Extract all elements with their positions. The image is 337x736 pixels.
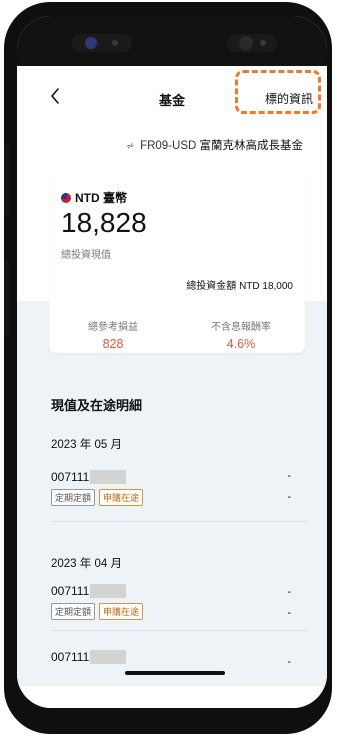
transaction-value: - — [287, 470, 291, 482]
tag-regular: 定期定額 — [51, 489, 96, 506]
transaction-value: - — [287, 491, 291, 503]
volume-button — [4, 260, 10, 336]
return-label: 不含息報酬率 — [211, 322, 271, 333]
month-header: 2023 年 04 月 — [51, 558, 122, 570]
divider — [51, 630, 307, 631]
current-value: 18,828 — [61, 207, 147, 238]
total-invested-value: NTD 18,000 — [239, 281, 293, 292]
highlight-box — [235, 70, 321, 114]
currency-label: NTD 臺幣 — [75, 191, 127, 205]
fund-icon: ⩫ — [126, 141, 135, 152]
current-value-label: 總投資現值 — [61, 250, 111, 261]
taiwan-flag-icon — [61, 192, 71, 203]
tag-pending: 申購在途 — [99, 603, 144, 620]
total-invested-label: 總投資金額 — [186, 281, 237, 292]
details-section-title: 現值及在途明細 — [51, 398, 143, 413]
transaction-tags: 定期定額 申購在途 — [51, 489, 144, 506]
masked-digits — [90, 650, 127, 664]
phone-frame: 基金 標的資訊 ⩫ FR09-USD 富蘭克林高成長基金 NTD 臺幣 18,82… — [4, 2, 332, 734]
camera-lens-icon — [239, 36, 253, 50]
sensor-icon — [260, 40, 266, 46]
transaction-id[interactable]: 007111 — [51, 470, 127, 484]
return-kpi: 不含息報酬率 4.6% — [177, 318, 305, 351]
transaction-id-text: 007111 — [51, 584, 90, 598]
transaction-id[interactable]: 007111 — [51, 650, 127, 664]
page-content: 基金 標的資訊 ⩫ FR09-USD 富蘭克林高成長基金 NTD 臺幣 18,82… — [17, 66, 327, 686]
profit-kpi: 總參考損益 828 — [49, 318, 177, 351]
camera-icon — [85, 37, 97, 49]
transaction-id-text: 007111 — [51, 650, 90, 664]
fund-code: FR09-USD — [140, 140, 197, 152]
fund-name: 富蘭克林高成長基金 — [199, 140, 304, 152]
bottom-bar — [17, 686, 327, 708]
transaction-value: - — [287, 607, 291, 619]
home-indicator[interactable] — [125, 671, 225, 675]
screen: 基金 標的資訊 ⩫ FR09-USD 富蘭克林高成長基金 NTD 臺幣 18,82… — [17, 16, 327, 708]
profit-label: 總參考損益 — [88, 322, 138, 333]
transaction-id-text: 007111 — [51, 470, 90, 484]
tag-regular: 定期定額 — [51, 603, 96, 620]
transaction-value: - — [287, 586, 291, 598]
navigation-bar: 基金 標的資訊 — [17, 66, 327, 122]
month-header: 2023 年 05 月 — [51, 439, 122, 451]
tag-pending: 申購在途 — [99, 489, 144, 506]
masked-digits — [90, 584, 127, 598]
fund-header: ⩫ FR09-USD 富蘭克林高成長基金 — [126, 137, 303, 153]
status-bar — [17, 16, 327, 66]
profit-value: 828 — [102, 337, 124, 351]
dynamic-island-left — [72, 34, 132, 52]
volume-button — [4, 142, 10, 218]
transaction-value: - — [287, 656, 291, 668]
transaction-tags: 定期定額 申購在途 — [51, 603, 144, 620]
transaction-id[interactable]: 007111 — [51, 584, 127, 598]
currency-row: NTD 臺幣 — [61, 189, 127, 206]
summary-card: NTD 臺幣 18,828 總投資現值 總投資金額 NTD 18,000 總參考… — [49, 173, 305, 353]
return-value: 4.6% — [226, 337, 256, 351]
sensor-icon — [112, 40, 118, 46]
masked-digits — [90, 470, 127, 484]
total-invested: 總投資金額 NTD 18,000 — [186, 277, 293, 292]
divider — [51, 521, 307, 522]
